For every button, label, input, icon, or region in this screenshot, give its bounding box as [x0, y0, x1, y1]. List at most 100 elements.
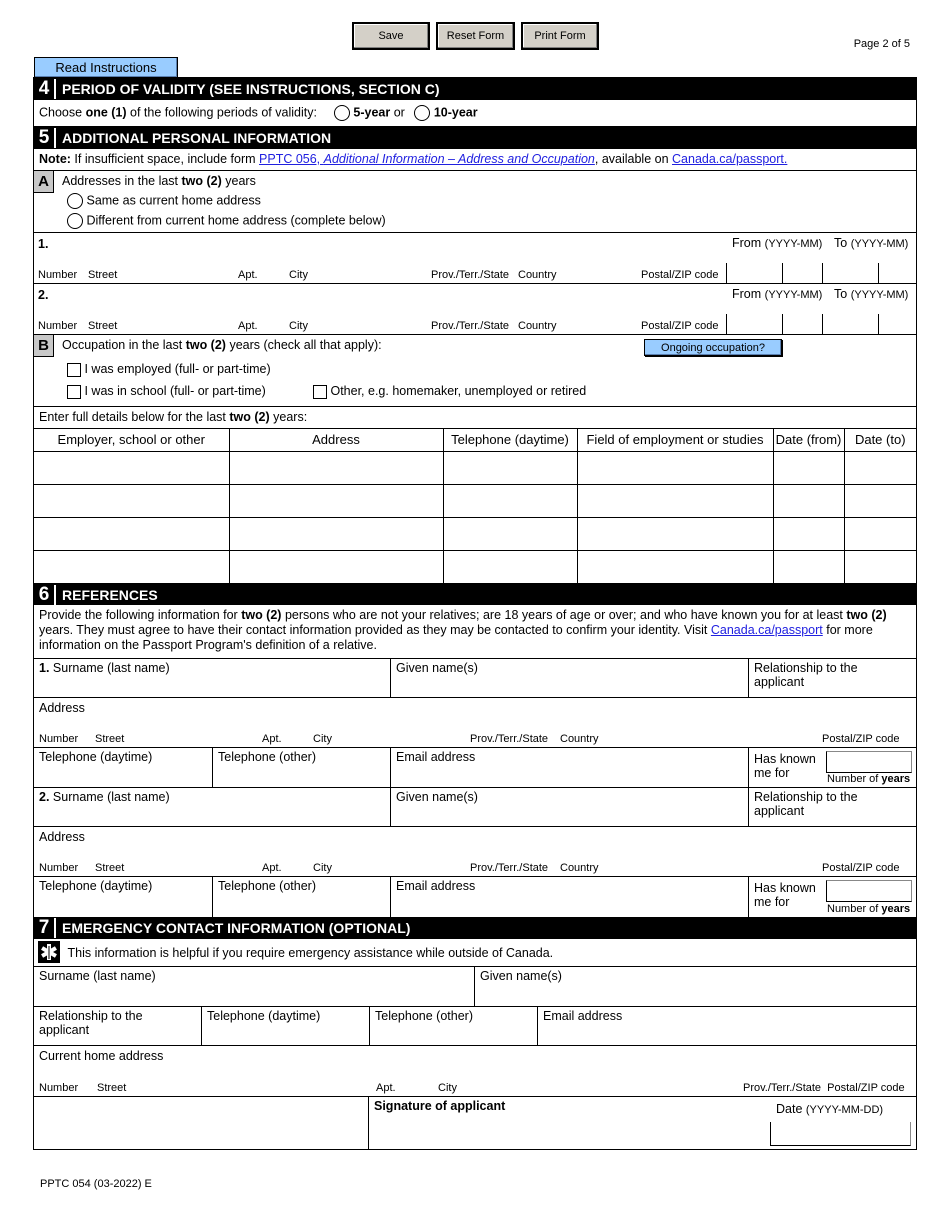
- occupation-cell[interactable]: [228, 516, 444, 551]
- other-checkbox[interactable]: [313, 384, 327, 399]
- reference-tel-other-field[interactable]: Telephone (other): [213, 877, 391, 917]
- date-field[interactable]: [770, 1122, 911, 1146]
- reference-relationship-field[interactable]: Relationship to the applicant: [749, 659, 916, 697]
- date-label: Date (YYYY-MM-DD): [776, 1102, 884, 1116]
- school-option: I was in school (full- or part-time): [67, 384, 266, 399]
- validity-prompt: Choose: [39, 105, 86, 120]
- occupation-cell[interactable]: [228, 483, 444, 518]
- occupation-cell[interactable]: [576, 549, 774, 583]
- reference-tel-daytime-field[interactable]: Telephone (daytime): [34, 877, 213, 917]
- part-b-row: B Occupation in the last two (2) years (…: [34, 335, 916, 407]
- same-address-radio[interactable]: [67, 193, 83, 209]
- occupation-cell[interactable]: [34, 450, 230, 485]
- pptc-056-link[interactable]: PPTC 056, Additional Information – Addre…: [259, 152, 595, 166]
- section-title: PERIOD OF VALIDITY (SEE INSTRUCTIONS, SE…: [62, 81, 440, 97]
- occupation-cell[interactable]: [228, 549, 444, 583]
- details-prompt: Enter full details below for the last tw…: [34, 407, 916, 429]
- reference-2: 2. Surname (last name) Given name(s) Rel…: [34, 788, 916, 917]
- school-checkbox[interactable]: [67, 384, 81, 399]
- occupation-cell[interactable]: [442, 450, 578, 485]
- section-number: 5: [34, 128, 56, 148]
- occupation-cell[interactable]: [442, 549, 578, 583]
- employed-checkbox[interactable]: [67, 362, 81, 377]
- reference-address-field[interactable]: Address Number Street Apt. City Prov./Te…: [34, 698, 916, 748]
- occupation-row: [34, 549, 916, 583]
- occupation-cell[interactable]: [34, 483, 230, 518]
- reference-relationship-field[interactable]: Relationship to the applicant: [749, 788, 916, 826]
- emergency-surname-field[interactable]: Surname (last name): [34, 967, 475, 1006]
- references-intro: Provide the following information for tw…: [34, 605, 916, 659]
- signature-field[interactable]: Signature of applicant Date (YYYY-MM-DD): [369, 1097, 916, 1149]
- reference-given-name-field[interactable]: Given name(s): [391, 788, 749, 826]
- part-a-row: A Addresses in the last two (2) years Sa…: [34, 171, 916, 233]
- occupation-cell[interactable]: [772, 516, 845, 551]
- canada-passport-link[interactable]: Canada.ca/passport.: [672, 152, 787, 166]
- occupation-cell[interactable]: [442, 483, 578, 518]
- occupation-cell[interactable]: [576, 483, 774, 518]
- years-known-field[interactable]: [826, 880, 912, 902]
- occupation-cell[interactable]: [843, 516, 916, 551]
- has-known-cell: Has known me for Number of years: [754, 751, 912, 785]
- occupation-cell[interactable]: [772, 483, 845, 518]
- validity-10-year-radio[interactable]: [414, 105, 431, 121]
- save-button[interactable]: Save: [352, 22, 430, 50]
- occupation-cell[interactable]: [576, 516, 774, 551]
- part-b-letter: B: [34, 335, 54, 357]
- print-form-button[interactable]: Print Form: [521, 22, 599, 50]
- emergency-email-field[interactable]: Email address: [538, 1007, 916, 1045]
- reference-email-field[interactable]: Email address: [391, 877, 749, 917]
- reference-name-row: 2. Surname (last name) Given name(s) Rel…: [34, 788, 916, 827]
- emergency-address-field[interactable]: Current home address Number Street Apt. …: [34, 1046, 916, 1097]
- employed-label: I was employed (full- or part-time): [84, 362, 271, 376]
- years-known-field[interactable]: [826, 751, 912, 773]
- emergency-given-name-field[interactable]: Given name(s): [475, 967, 916, 1006]
- occupation-cell[interactable]: [772, 549, 845, 583]
- validity-5-year-radio[interactable]: [333, 105, 350, 121]
- occupation-cell[interactable]: [843, 549, 916, 583]
- part-a-prompt: Addresses in the last two (2) years: [62, 174, 256, 188]
- occupation-table-wrap: Employer, school or other Address Teleph…: [34, 429, 916, 583]
- has-known-cell: Has known me for Number of years: [754, 880, 912, 915]
- reference-tel-daytime-field[interactable]: Telephone (daytime): [34, 748, 213, 787]
- note-label: Note:: [39, 152, 71, 166]
- section-title: ADDITIONAL PERSONAL INFORMATION: [62, 130, 332, 146]
- occupation-cell[interactable]: [576, 450, 774, 485]
- occupation-header-row: Employer, school or other Address Teleph…: [34, 429, 916, 452]
- section-title: EMERGENCY CONTACT INFORMATION (OPTIONAL): [62, 920, 411, 936]
- reference-email-field[interactable]: Email address: [391, 748, 749, 787]
- occupation-cell[interactable]: [442, 516, 578, 551]
- reference-address-field[interactable]: Address Number Street Apt. City Prov./Te…: [34, 827, 916, 877]
- reference-surname-field[interactable]: 2. Surname (last name): [34, 788, 391, 826]
- address-row-number: 2.: [38, 288, 49, 302]
- emergency-relationship-field[interactable]: Relationship to the applicant: [34, 1007, 202, 1045]
- column-header: Employer, school or other: [34, 429, 230, 452]
- reset-form-button[interactable]: Reset Form: [436, 22, 515, 50]
- occupation-row: [34, 516, 916, 551]
- reference-tel-other-field[interactable]: Telephone (other): [213, 748, 391, 787]
- address-row-number: 1.: [38, 237, 49, 251]
- to-label: To (YYYY-MM): [834, 236, 909, 250]
- address-field-labels: Number Street Apt. City Prov./Terr./Stat…: [39, 733, 900, 745]
- reference-surname-field[interactable]: 1. Surname (last name): [34, 659, 391, 697]
- occupation-cell[interactable]: [772, 450, 845, 485]
- validity-row: Choose one (1) of the following periods …: [34, 100, 916, 127]
- emergency-tel-daytime-field[interactable]: Telephone (daytime): [202, 1007, 370, 1045]
- different-address-label: Different from current home address (com…: [86, 213, 386, 228]
- medical-star-of-life-icon: [38, 941, 60, 963]
- emergency-tel-other-field[interactable]: Telephone (other): [370, 1007, 538, 1045]
- occupation-cell[interactable]: [843, 483, 916, 518]
- validity-prompt-end: of the following periods of validity:: [126, 105, 317, 120]
- occupation-cell[interactable]: [843, 450, 916, 485]
- occupation-cell[interactable]: [228, 450, 444, 485]
- canada-passport-link[interactable]: Canada.ca/passport: [711, 623, 823, 637]
- read-instructions-button[interactable]: Read Instructions: [34, 57, 178, 77]
- occupation-cell[interactable]: [34, 549, 230, 583]
- ongoing-occupation-button[interactable]: Ongoing occupation?: [644, 339, 782, 356]
- occupation-cell[interactable]: [34, 516, 230, 551]
- address-field-labels: Number Street Apt. City Prov./Terr./Stat…: [39, 862, 900, 874]
- page-indicator: Page 2 of 5: [853, 38, 910, 50]
- reference-given-name-field[interactable]: Given name(s): [391, 659, 749, 697]
- note-mid: , available on: [594, 152, 673, 166]
- validity-prompt-bold: one (1): [85, 105, 127, 120]
- different-address-radio[interactable]: [67, 213, 83, 229]
